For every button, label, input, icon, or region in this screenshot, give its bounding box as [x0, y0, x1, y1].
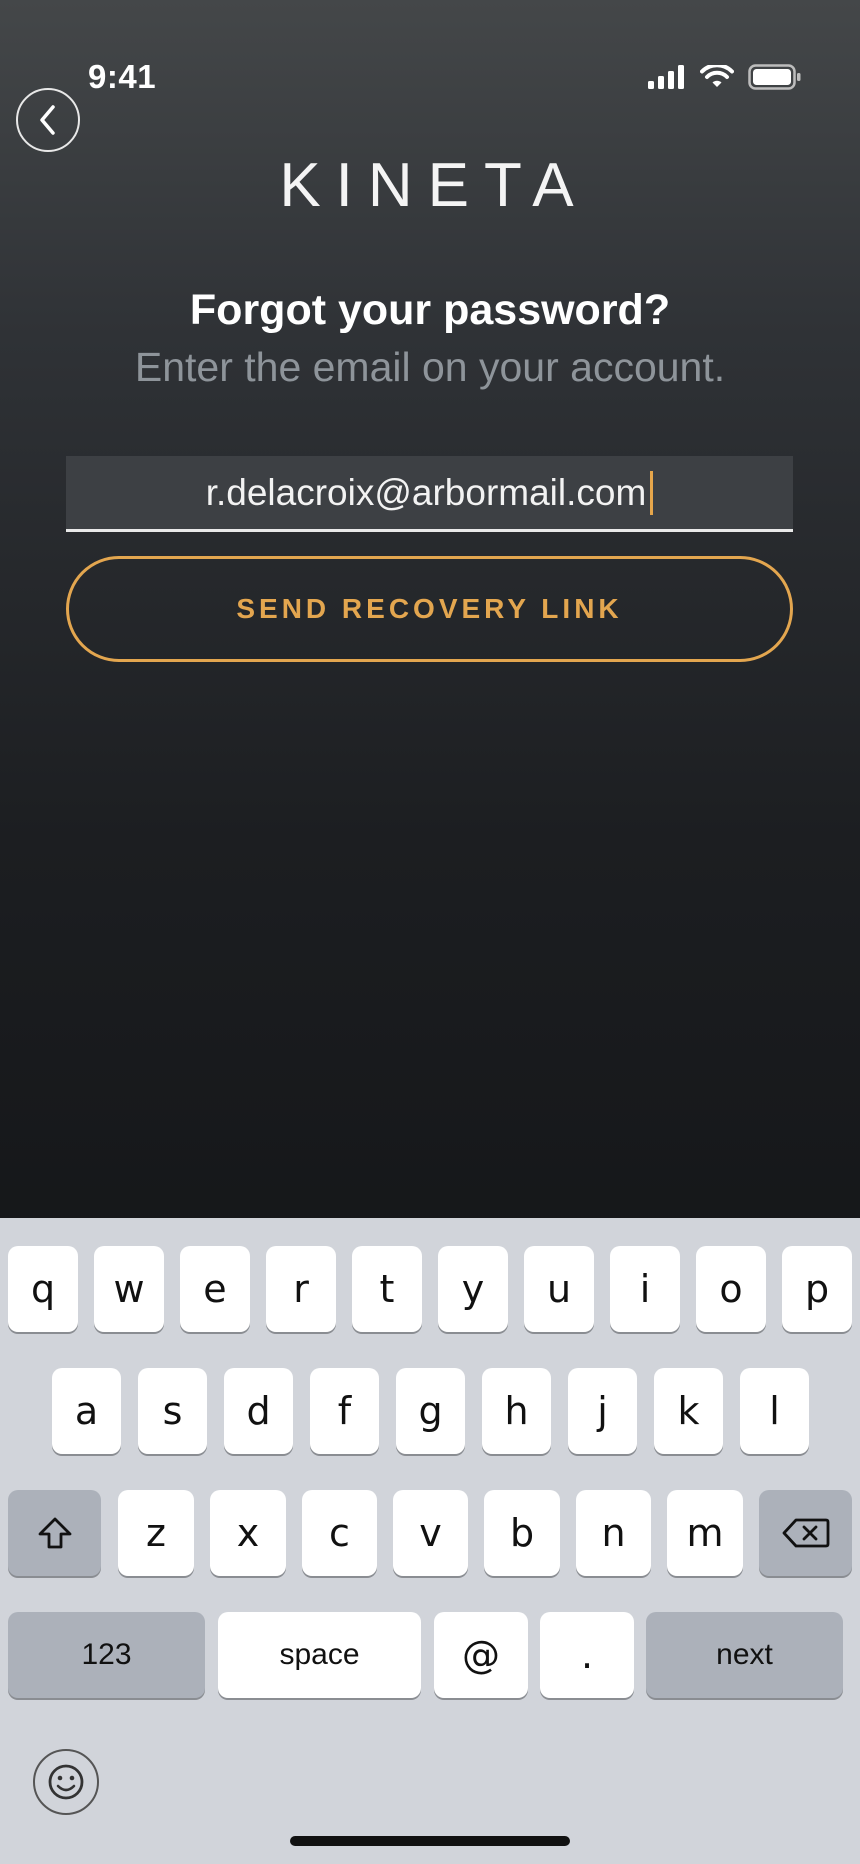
backspace-icon	[782, 1518, 829, 1548]
key-b[interactable]: b	[484, 1490, 560, 1576]
key-z[interactable]: z	[118, 1490, 194, 1576]
key-g[interactable]: g	[396, 1368, 465, 1454]
key-f[interactable]: f	[310, 1368, 379, 1454]
key-c[interactable]: c	[302, 1490, 377, 1576]
key-w[interactable]: w	[94, 1246, 164, 1332]
space-key[interactable]: space	[218, 1612, 421, 1698]
key-t[interactable]: t	[352, 1246, 422, 1332]
battery-icon	[748, 64, 801, 90]
send-recovery-link-button[interactable]: SEND RECOVERY LINK	[66, 556, 793, 662]
shift-key[interactable]	[8, 1490, 101, 1576]
back-button[interactable]	[16, 88, 80, 152]
emoji-icon	[33, 1749, 99, 1815]
key-a[interactable]: a	[52, 1368, 121, 1454]
key-m[interactable]: m	[667, 1490, 743, 1576]
dot-key[interactable]: .	[540, 1612, 634, 1698]
status-time: 9:41	[88, 58, 157, 95]
key-h[interactable]: h	[482, 1368, 551, 1454]
key-q[interactable]: q	[8, 1246, 78, 1332]
key-o[interactable]: o	[696, 1246, 766, 1332]
key-k[interactable]: k	[654, 1368, 723, 1454]
backspace-key[interactable]	[759, 1490, 852, 1576]
next-key[interactable]: next	[646, 1612, 843, 1698]
key-i[interactable]: i	[610, 1246, 680, 1332]
key-d[interactable]: d	[224, 1368, 293, 1454]
emoji-button[interactable]	[32, 1748, 100, 1816]
key-s[interactable]: s	[138, 1368, 207, 1454]
key-j[interactable]: j	[568, 1368, 637, 1454]
shift-icon	[38, 1517, 71, 1549]
status-bar: 9:41	[0, 0, 860, 110]
numbers-key[interactable]: 123	[8, 1612, 205, 1698]
email-field[interactable]: r.delacroix@arbormail.com	[66, 456, 793, 532]
email-value: r.delacroix@arbormail.com	[205, 471, 647, 513]
keyboard: q w e r t y u i o p a s d f g h j k l z …	[0, 1218, 860, 1864]
kineta-logo: KINETA	[279, 151, 589, 220]
key-l[interactable]: l	[740, 1368, 809, 1454]
key-n[interactable]: n	[576, 1490, 651, 1576]
key-y[interactable]: y	[438, 1246, 508, 1332]
status-icons	[648, 64, 802, 90]
at-key[interactable]: @	[434, 1612, 528, 1698]
key-v[interactable]: v	[393, 1490, 468, 1576]
key-p[interactable]: p	[782, 1246, 852, 1332]
key-x[interactable]: x	[210, 1490, 286, 1576]
home-indicator	[290, 1836, 570, 1846]
cellular-signal-icon	[648, 65, 684, 89]
key-e[interactable]: e	[180, 1246, 250, 1332]
text-caret	[650, 470, 654, 515]
page-subtitle: Enter the email on your account.	[134, 344, 726, 390]
chevron-left-icon	[40, 105, 55, 135]
wifi-icon	[700, 65, 734, 87]
key-u[interactable]: u	[524, 1246, 594, 1332]
key-r[interactable]: r	[266, 1246, 336, 1332]
page-title: Forgot your password?	[189, 286, 671, 334]
